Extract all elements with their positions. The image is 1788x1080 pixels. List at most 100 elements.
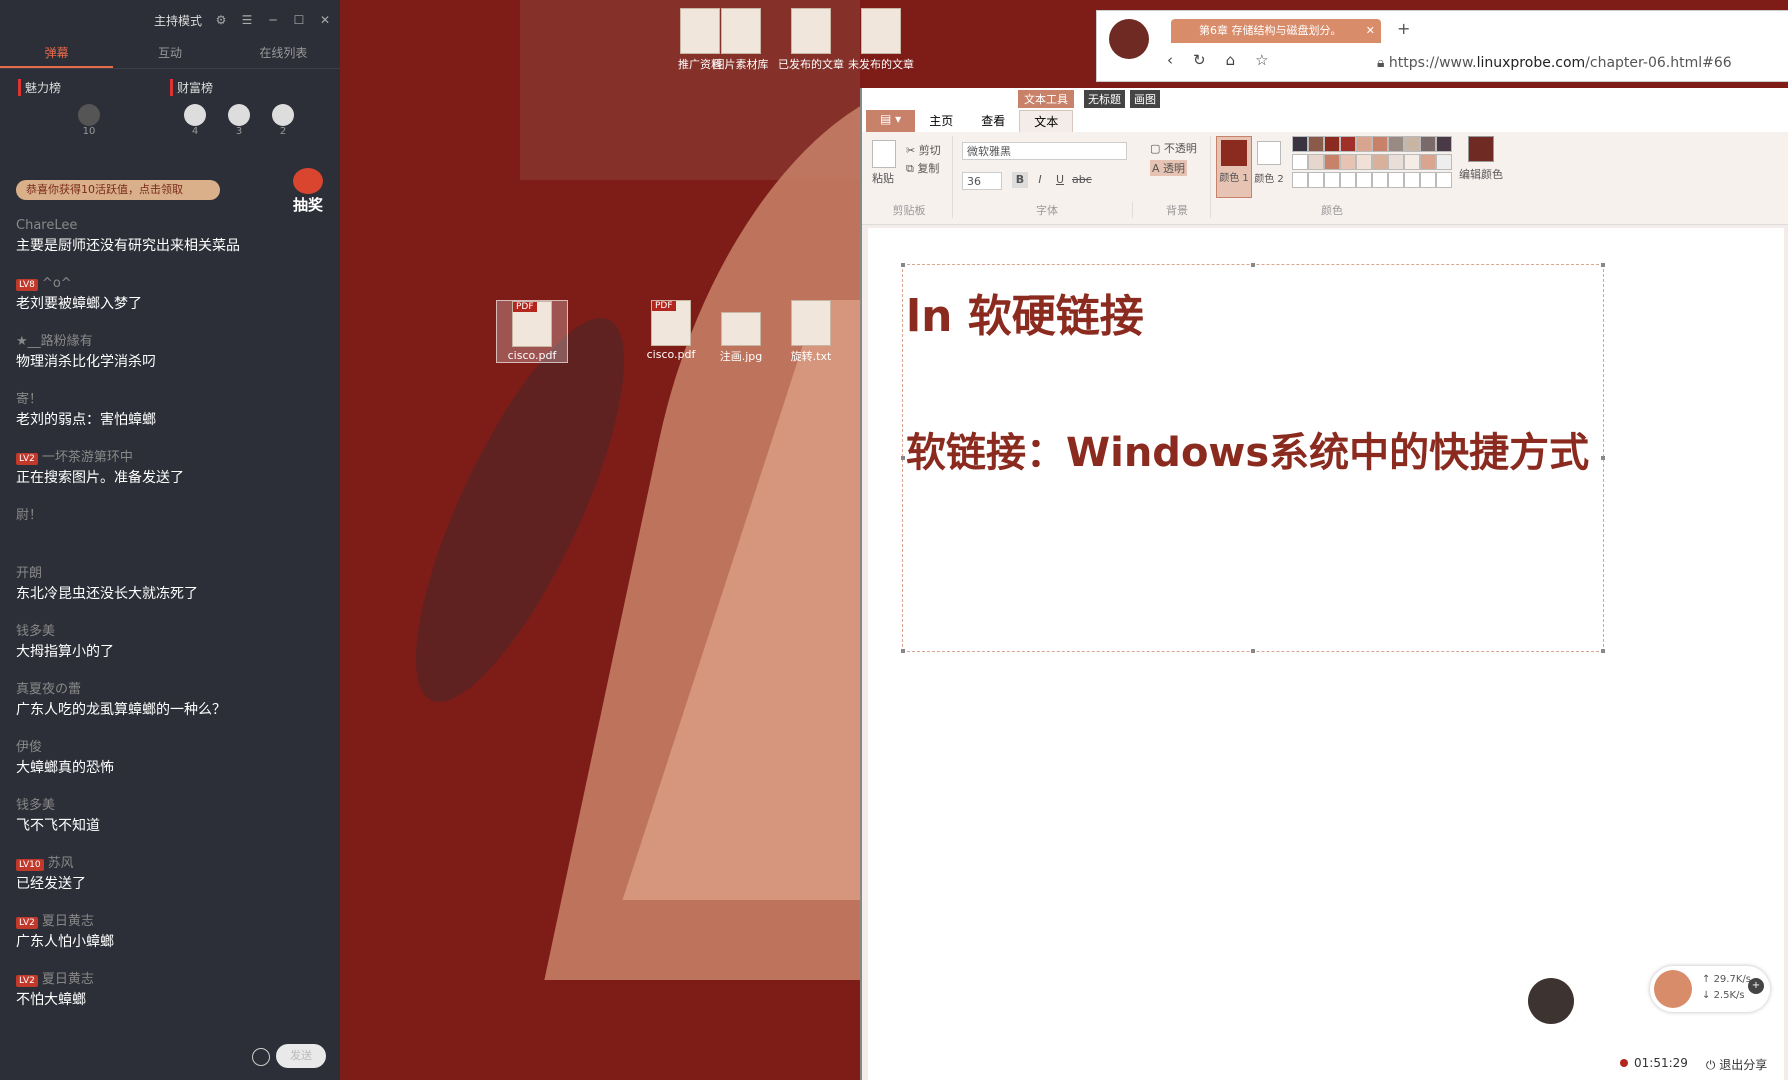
chat-username[interactable]: ★__路粉緣有 (16, 334, 93, 349)
color-swatch[interactable] (1420, 154, 1436, 170)
chat-username[interactable]: 尉！ (16, 508, 42, 523)
color-swatch[interactable] (1388, 154, 1404, 170)
edit-colors-button[interactable]: 编辑颜色 (1456, 136, 1506, 182)
desktop-icon-unpublished[interactable]: 未发布的文章 (846, 8, 916, 72)
reload-icon[interactable]: ↻ (1193, 51, 1206, 69)
desktop-icon-image-library[interactable]: 图片素材库 (706, 8, 776, 72)
tab-home[interactable]: 主页 (915, 110, 967, 132)
wealth-avatar-3[interactable] (272, 104, 294, 126)
chat-username[interactable]: 夏日黄志 (42, 972, 94, 987)
home-icon[interactable]: ⌂ (1226, 51, 1236, 69)
exit-share-button[interactable]: ⏻ 退出分享 (1706, 1056, 1767, 1073)
chat-username[interactable]: 钱多美 (16, 798, 55, 813)
minimize-icon[interactable]: ─ (266, 13, 280, 27)
chat-username[interactable]: ChareLee (16, 218, 77, 233)
color-swatch[interactable] (1388, 136, 1404, 152)
text-tool-title: 文本工具 (1018, 90, 1074, 108)
color-swatch[interactable] (1404, 136, 1420, 152)
color-swatch[interactable] (1372, 136, 1388, 152)
color-swatch[interactable] (1356, 154, 1372, 170)
desktop-icon-txt[interactable]: 旋转.txt (776, 300, 846, 364)
address-bar[interactable]: 🔒︎ https://www.linuxprobe.com/chapter-06… (1377, 55, 1732, 71)
chat-username[interactable]: 伊俊 (16, 740, 42, 755)
plus-icon[interactable]: + (1748, 978, 1764, 994)
color-swatch[interactable] (1404, 154, 1420, 170)
lottery-button[interactable]: 抽奖 (288, 168, 328, 216)
desktop-icon-jpg[interactable]: 注画.jpg (706, 300, 776, 364)
tab-text[interactable]: 文本 (1019, 110, 1074, 132)
color-swatch[interactable] (1308, 154, 1324, 170)
chat-username[interactable]: 夏日黄志 (42, 914, 94, 929)
font-family-select[interactable]: 微软雅黑 (962, 142, 1127, 160)
camera-avatar[interactable] (1528, 978, 1574, 1024)
color-swatch[interactable] (1340, 154, 1356, 170)
chat-username[interactable]: 一坏茶游第环中 (42, 450, 133, 465)
chat-username[interactable]: 真夏夜の蕾 (16, 682, 81, 697)
color-swatch[interactable] (1388, 172, 1404, 188)
italic-button[interactable]: I (1032, 172, 1048, 188)
color-swatch[interactable] (1324, 136, 1340, 152)
color-swatch[interactable] (1356, 136, 1372, 152)
browser-profile-avatar[interactable] (1109, 19, 1149, 59)
strikethrough-button[interactable]: abc (1072, 172, 1092, 188)
chat-username[interactable]: 钱多美 (16, 624, 55, 639)
chat-username[interactable]: ^o^ (42, 276, 72, 291)
close-icon[interactable]: ✕ (318, 13, 332, 27)
color-swatch[interactable] (1436, 154, 1452, 170)
wealth-board-label[interactable]: 财富榜 (170, 79, 322, 96)
opaque-button[interactable]: ▢ 不透明 (1150, 140, 1197, 156)
color-swatch[interactable] (1372, 172, 1388, 188)
charm-board-label[interactable]: 魅力榜 (18, 79, 170, 96)
color-swatch[interactable] (1324, 154, 1340, 170)
color-swatch[interactable] (1340, 136, 1356, 152)
tab-interact[interactable]: 互动 (113, 40, 226, 68)
color-swatch[interactable] (1436, 172, 1452, 188)
transparent-button[interactable]: A 透明 (1150, 160, 1188, 176)
chat-text: 大蟑螂真的恐怖 (16, 760, 114, 776)
color-swatch[interactable] (1420, 136, 1436, 152)
tab-view[interactable]: 查看 (967, 110, 1019, 132)
color-swatch[interactable] (1292, 154, 1308, 170)
desktop-icon-published[interactable]: 已发布的文章 (776, 8, 846, 72)
color-swatch[interactable] (1356, 172, 1372, 188)
star-icon[interactable]: ☆ (1255, 51, 1268, 69)
browser-tab[interactable]: 第6章 存储结构与磁盘划分。 ✕ (1171, 19, 1381, 43)
chat-username[interactable]: 寄！ (16, 392, 42, 407)
chat-username[interactable]: 苏风 (48, 856, 74, 871)
back-icon[interactable]: ‹ (1167, 51, 1173, 69)
charm-avatar[interactable] (78, 104, 100, 126)
color2-button[interactable]: 颜色 2 (1254, 136, 1284, 196)
color-swatch[interactable] (1324, 172, 1340, 188)
tab-close-icon[interactable]: ✕ (1366, 19, 1375, 43)
color-swatch[interactable] (1292, 136, 1308, 152)
tab-online-list[interactable]: 在线列表 (227, 40, 340, 68)
desktop-icon-cisco-pdf-selected[interactable]: PDF cisco.pdf (496, 300, 568, 363)
color1-button[interactable]: 颜色 1 (1216, 136, 1252, 198)
color-swatch[interactable] (1404, 172, 1420, 188)
send-button[interactable]: 发送 (276, 1044, 326, 1068)
activity-reward-banner[interactable]: 恭喜你获得10活跃值，点击领取 (16, 180, 220, 200)
bold-button[interactable]: B (1012, 172, 1028, 188)
underline-button[interactable]: U (1052, 172, 1068, 188)
wealth-avatar-2[interactable] (228, 104, 250, 126)
color-swatch[interactable] (1436, 136, 1452, 152)
menu-icon[interactable]: ☰ (240, 13, 254, 27)
emoji-icon[interactable] (252, 1048, 270, 1066)
chat-username[interactable]: 开朗 (16, 566, 42, 581)
color-swatch[interactable] (1308, 136, 1324, 152)
color-swatch[interactable] (1292, 172, 1308, 188)
font-size-select[interactable]: 36 (962, 172, 1002, 190)
maximize-icon[interactable]: ☐ (292, 13, 306, 27)
file-menu-button[interactable]: ▤ ▾ (866, 110, 916, 132)
paint-canvas[interactable]: ln 软硬链接 软链接：Windows系统中的快捷方式 (868, 228, 1784, 1080)
wealth-avatar-1[interactable] (184, 104, 206, 126)
network-speed-widget[interactable]: ↑ 29.7K/s ↓ 2.5K/s + (1650, 966, 1770, 1012)
color-swatch[interactable] (1372, 154, 1388, 170)
new-tab-icon[interactable]: + (1397, 19, 1410, 38)
color-swatch[interactable] (1420, 172, 1436, 188)
settings-icon[interactable]: ⚙ (214, 13, 228, 27)
color-swatch[interactable] (1308, 172, 1324, 188)
desktop-icon-cisco-pdf[interactable]: PDF cisco.pdf (636, 300, 706, 361)
color-swatch[interactable] (1340, 172, 1356, 188)
tab-danmaku[interactable]: 弹幕 (0, 40, 114, 68)
